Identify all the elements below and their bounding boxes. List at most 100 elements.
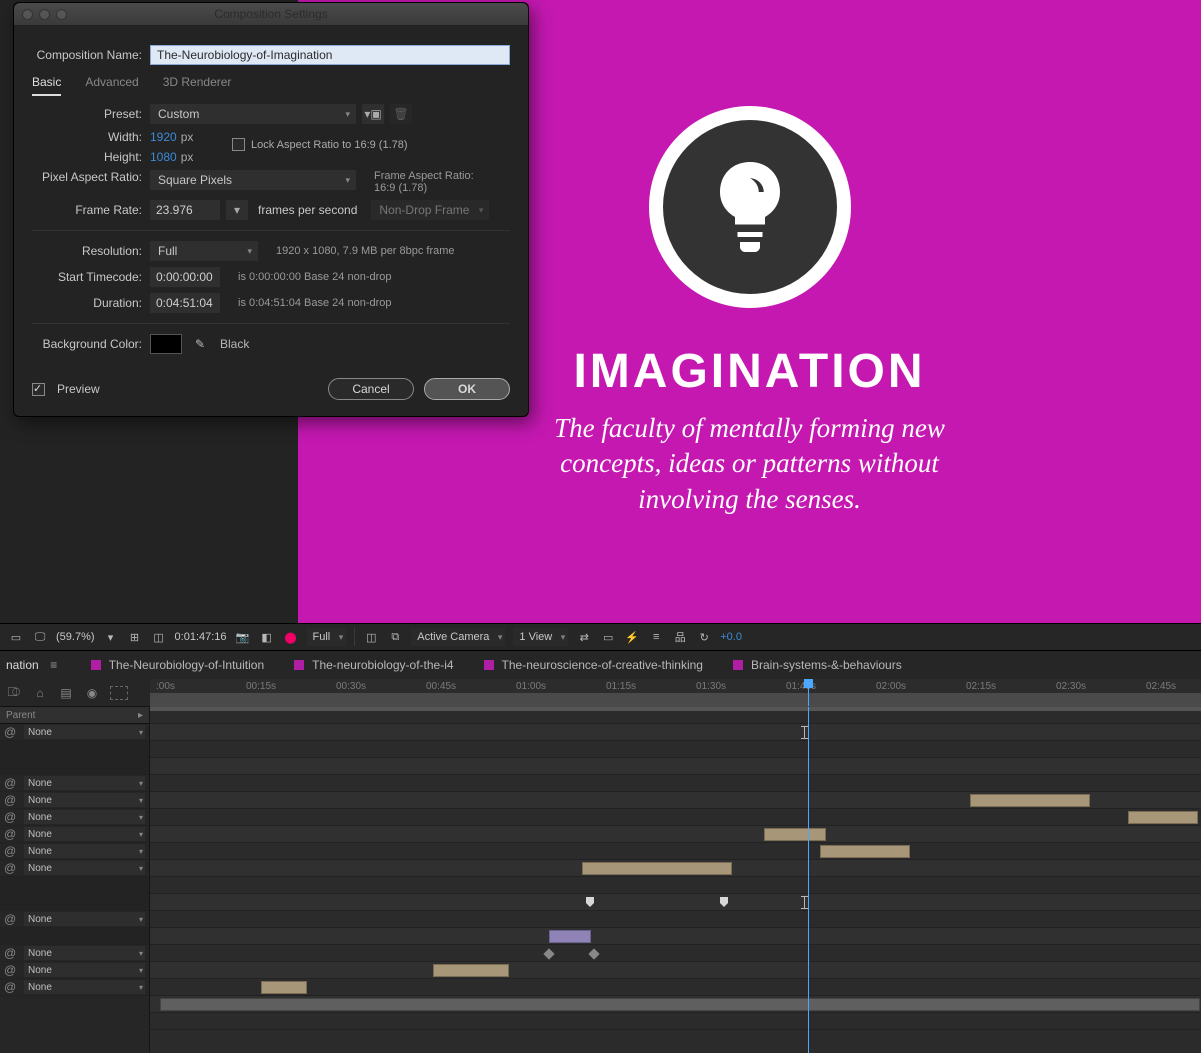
layer-row[interactable]: @ None xyxy=(0,979,149,996)
track-row[interactable] xyxy=(150,894,1201,911)
region-icon[interactable]: ⧉ xyxy=(387,629,403,645)
tab-menu-icon[interactable]: ≡ xyxy=(47,658,61,672)
view-select[interactable]: 1 View xyxy=(513,628,568,646)
reset-exposure-icon[interactable]: ↻ xyxy=(696,629,712,645)
track-row[interactable] xyxy=(150,775,1201,792)
keyframe-diamond[interactable] xyxy=(588,948,599,959)
layer-clip[interactable] xyxy=(764,828,826,841)
preset-select[interactable]: Custom xyxy=(150,104,356,124)
layer-row[interactable]: @ None xyxy=(0,792,149,809)
layer-row[interactable]: @None xyxy=(0,724,149,741)
parent-select[interactable]: None xyxy=(24,844,145,858)
layer-clip[interactable] xyxy=(820,845,910,858)
tab-basic[interactable]: Basic xyxy=(32,75,61,96)
parent-select[interactable]: None xyxy=(24,827,145,841)
tab-3d-renderer[interactable]: 3D Renderer xyxy=(163,75,232,96)
layer-row[interactable]: @ None xyxy=(0,843,149,860)
tab-intuition[interactable]: The-Neurobiology-of-Intuition xyxy=(91,658,264,672)
parent-pickwhip-icon[interactable]: @ xyxy=(4,861,18,875)
dialog-titlebar[interactable]: Composition Settings xyxy=(14,3,528,25)
shy-icon[interactable]: ⌂ xyxy=(32,685,48,701)
layer-row[interactable]: @ None xyxy=(0,945,149,962)
duration-value[interactable]: 0:04:51:04 xyxy=(150,293,220,313)
track-row[interactable] xyxy=(150,741,1201,758)
chevron-down-icon[interactable]: ▾ xyxy=(103,629,119,645)
window-traffic-lights[interactable] xyxy=(22,9,67,20)
eyedropper-icon[interactable]: ✎ xyxy=(190,334,210,354)
fps-value[interactable]: 23.976 xyxy=(150,200,220,220)
keyframe-diamond[interactable] xyxy=(543,948,554,959)
layer-clip[interactable] xyxy=(970,794,1090,807)
motion-blur-icon[interactable]: ◉ xyxy=(84,685,100,701)
in-out-marker[interactable] xyxy=(804,896,805,909)
delete-preset-icon[interactable]: 🗑 xyxy=(390,104,412,124)
channels-icon[interactable]: ⬤ xyxy=(283,629,299,645)
tab-creative[interactable]: The-neuroscience-of-creative-thinking xyxy=(484,658,703,672)
parent-select[interactable]: None xyxy=(24,980,145,994)
parent-pickwhip-icon[interactable]: @ xyxy=(4,810,18,824)
playhead[interactable] xyxy=(808,679,809,706)
resolution-select[interactable]: Full xyxy=(150,241,258,261)
save-preset-icon[interactable]: ▾▣ xyxy=(362,104,384,124)
timeline-icon[interactable]: ≡ xyxy=(648,629,664,645)
exposure-value[interactable]: +0.0 xyxy=(720,631,742,643)
parent-pickwhip-icon[interactable]: @ xyxy=(4,844,18,858)
track-row[interactable] xyxy=(150,1013,1201,1030)
composition-marker[interactable] xyxy=(720,897,728,907)
frame-blend-icon[interactable]: ▤ xyxy=(58,685,74,701)
ok-button[interactable]: OK xyxy=(424,378,510,400)
track-row[interactable] xyxy=(150,911,1201,928)
layer-clip[interactable] xyxy=(1128,811,1198,824)
parent-select[interactable]: None xyxy=(24,776,145,790)
monitor-icon[interactable]: 🖵 xyxy=(32,629,48,645)
magnify-icon[interactable]: ▭ xyxy=(8,629,24,645)
zoom-readout[interactable]: (59.7%) xyxy=(56,631,95,643)
flowchart-icon[interactable]: 品 xyxy=(672,629,688,645)
mask-icon[interactable]: ◫ xyxy=(151,629,167,645)
track-row[interactable] xyxy=(150,979,1201,996)
parent-pickwhip-icon[interactable]: @ xyxy=(4,963,18,977)
pixel-aspect-select[interactable]: Square Pixels xyxy=(150,170,356,190)
parent-pickwhip-icon[interactable]: @ xyxy=(4,980,18,994)
layer-row[interactable]: @None xyxy=(0,911,149,928)
track-row[interactable] xyxy=(150,843,1201,860)
pixel-aspect-icon[interactable]: ▭ xyxy=(600,629,616,645)
parent-select[interactable]: None xyxy=(24,810,145,824)
track-row[interactable] xyxy=(150,724,1201,741)
composition-marker[interactable] xyxy=(586,897,594,907)
tab-advanced[interactable]: Advanced xyxy=(85,75,138,96)
width-value[interactable]: 1920 xyxy=(150,130,177,144)
parent-pickwhip-icon[interactable]: @ xyxy=(4,827,18,841)
parent-pickwhip-icon[interactable]: @ xyxy=(4,946,18,960)
track-row[interactable] xyxy=(150,962,1201,979)
track-row[interactable] xyxy=(150,877,1201,894)
layer-row[interactable]: @None xyxy=(0,860,149,877)
parent-select[interactable]: None xyxy=(24,963,145,977)
parent-select[interactable]: None xyxy=(24,946,145,960)
track-row[interactable] xyxy=(150,809,1201,826)
layer-clip[interactable] xyxy=(433,964,509,977)
layer-clip[interactable] xyxy=(261,981,307,994)
timeline-ruler[interactable]: :00s 00:15s 00:30s 00:45s 01:00s 01:15s … xyxy=(150,679,1201,707)
parent-pickwhip-icon[interactable]: @ xyxy=(4,912,18,926)
parent-pickwhip-icon[interactable]: @ xyxy=(4,793,18,807)
parent-select[interactable]: None xyxy=(24,793,145,807)
tab-current[interactable]: nation ≡ xyxy=(6,658,61,672)
track-row[interactable] xyxy=(150,996,1201,1013)
track-row[interactable] xyxy=(150,826,1201,843)
layer-row[interactable]: @None xyxy=(0,775,149,792)
layer-row[interactable]: @ None xyxy=(0,826,149,843)
transparency-icon[interactable]: ◫ xyxy=(363,629,379,645)
in-out-marker[interactable] xyxy=(804,726,805,739)
composition-mini-flowchart-icon[interactable]: ⎄ xyxy=(6,685,22,701)
show-snapshot-icon[interactable]: ◧ xyxy=(259,629,275,645)
sync-icon[interactable]: ⇄ xyxy=(576,629,592,645)
track-row[interactable] xyxy=(150,928,1201,945)
grid-icon[interactable]: ⊞ xyxy=(127,629,143,645)
track-row[interactable] xyxy=(150,792,1201,809)
layer-row[interactable]: @ None xyxy=(0,962,149,979)
height-value[interactable]: 1080 xyxy=(150,150,177,164)
start-timecode-value[interactable]: 0:00:00:00 xyxy=(150,267,220,287)
parent-pickwhip-icon[interactable]: @ xyxy=(4,725,18,739)
layer-clip[interactable] xyxy=(549,930,591,943)
